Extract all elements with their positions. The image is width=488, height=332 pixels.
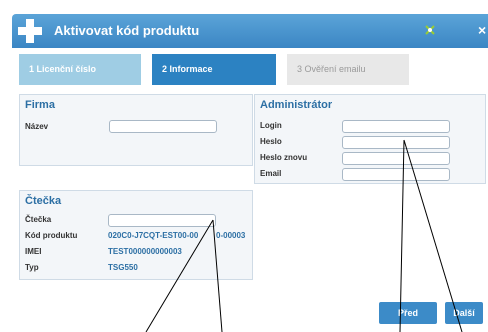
reader-panel: Čtečka Čtečka Kód produktu 020C0-J7CQT-E… <box>19 190 253 280</box>
password-again-input[interactable] <box>342 152 450 165</box>
previous-button[interactable]: Před <box>379 302 437 324</box>
dialog-title-bar: Aktivovat kód produktu × <box>12 14 488 48</box>
company-name-input[interactable] <box>109 120 217 133</box>
close-icon[interactable]: × <box>478 22 488 38</box>
reader-panel-title: Čtečka <box>25 195 62 207</box>
company-name-label: Název <box>25 122 49 131</box>
login-input[interactable] <box>342 120 450 133</box>
password-label: Heslo <box>260 137 282 146</box>
imei-value: TEST000000000003 <box>108 247 182 256</box>
email-label: Email <box>260 169 282 178</box>
email-input[interactable] <box>342 168 450 181</box>
login-label: Login <box>260 121 282 130</box>
administrator-panel-title: Administrátor <box>260 99 333 111</box>
product-code-label: Kód produktu <box>25 231 78 240</box>
company-panel-title: Firma <box>25 99 55 111</box>
imei-label: IMEI <box>25 247 42 256</box>
type-value: TSG550 <box>108 263 138 272</box>
step-information[interactable]: 2 Informace <box>152 54 276 85</box>
next-button[interactable]: Další <box>445 302 483 324</box>
product-code-value-tail: 0-00003 <box>216 231 246 240</box>
product-code-value: 020C0-J7CQT-EST00-00 <box>108 231 199 240</box>
step-email-verification: 3 Ověření emailu <box>287 54 409 85</box>
minimize-icon[interactable] <box>423 23 437 37</box>
password-input[interactable] <box>342 136 450 149</box>
reader-label: Čtečka <box>25 215 52 224</box>
password-again-label: Heslo znovu <box>260 153 308 162</box>
plus-icon <box>18 19 42 43</box>
reader-input[interactable] <box>108 214 216 227</box>
type-label: Typ <box>25 263 39 272</box>
step-license-number[interactable]: 1 Licenční číslo <box>19 54 141 85</box>
dialog-title: Aktivovat kód produktu <box>54 23 200 38</box>
administrator-panel: Administrátor Login Heslo Heslo znovu Em… <box>254 94 486 184</box>
company-panel: Firma Název <box>19 94 253 166</box>
